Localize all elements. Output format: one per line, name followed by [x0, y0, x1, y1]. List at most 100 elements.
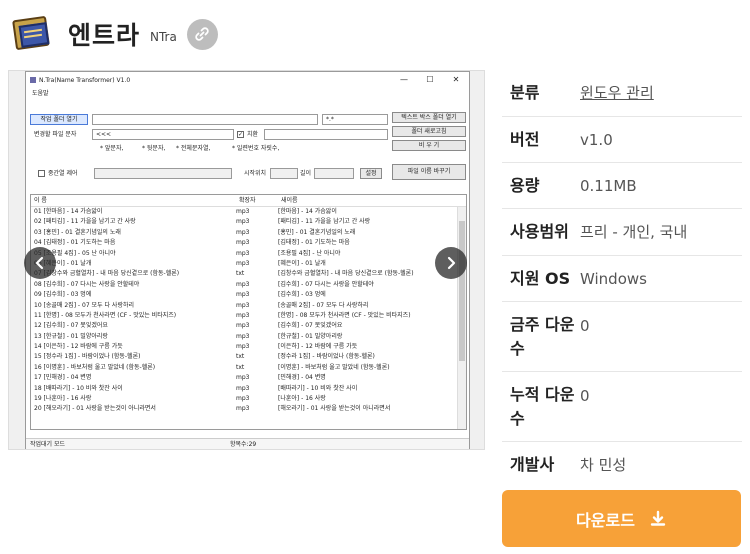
row-name: 05 [조용필 4집] - 05 난 아니야	[34, 249, 116, 257]
license-value: 프리 - 개인, 국내	[580, 223, 688, 241]
row-name: 13 [한규철] - 01 밀양아리랑	[34, 332, 108, 340]
row-name: 09 [김수희] - 03 멍에	[34, 291, 92, 299]
row-ext: mp3	[236, 228, 250, 236]
rename-button: 파일 이름 바꾸기	[392, 164, 466, 180]
row-name: 11 [한명] - 08 모두가 천사라면 (CF - 맛있는 비타지즈)	[34, 311, 177, 319]
row-newname: [한명] - 08 모두가 천사라면 (CF - 맛있는 비타지즈)	[278, 311, 411, 319]
table-row: 18 [배따라기] - 10 비와 찻잔 사이 mp3 [배따라기] - 10 비와…	[31, 384, 466, 394]
row-name: 01 [한마음] - 14 가슴앓이	[34, 208, 103, 215]
carousel-next-button[interactable]	[435, 247, 467, 279]
info-row-weekly: 금주 다운수 0	[502, 302, 742, 372]
info-table: 분류 윈도우 관리 버전 v1.0 용량 0.11MB 사용범위 프리 - 개인…	[502, 70, 742, 488]
row-name: 19 [나훈아] - 16 사랑	[34, 395, 92, 403]
row-ext: mp3	[236, 259, 250, 267]
row-name: 20 [해오라기] - 01 사랑을 받는것이 아니라면서	[34, 405, 156, 413]
start-pos-label: 시작위치	[244, 170, 267, 177]
row-ext: mp3	[236, 395, 250, 403]
length-label: 길이	[300, 170, 312, 177]
window-app-icon	[30, 77, 36, 83]
table-row: 02 [패티김] - 11 가을을 남기고 간 사랑 mp3 [패티김] - 11 …	[31, 217, 466, 227]
chevron-left-icon	[35, 256, 44, 270]
row-newname: [김태정] - 01 기도하는 마음	[278, 239, 350, 247]
row-newname: [송골매 2집] - 07 모두 다 사랑하리	[278, 301, 369, 309]
category-link[interactable]: 윈도우 관리	[580, 82, 654, 104]
row-name: 10 [송골매 2집] - 07 모두 다 사랑하리	[34, 301, 135, 309]
row-name: 06 [혜은이] - 01 날개	[34, 259, 92, 267]
clear-button: 비 우 기	[392, 140, 466, 151]
row-name: 03 [홍민] - 01 결혼기념일의 노래	[34, 228, 121, 236]
row-ext: mp3	[236, 208, 250, 215]
length-input	[314, 168, 354, 179]
row-ext: mp3	[236, 249, 250, 257]
row-ext: mp3	[236, 311, 250, 319]
maximize-icon: ☐	[426, 75, 434, 84]
row-newname: [김수희] - 07 못잊겠어요	[278, 322, 343, 330]
table-row: 01 [한마음] - 14 가슴앓이 mp3 [한마음] - 14 가슴앓이	[31, 207, 466, 217]
status-mode: 작업대기 모드	[30, 441, 66, 448]
chevron-right-icon	[447, 256, 456, 270]
row-name: 08 [김수희] - 07 다시는 사랑을 안할테야	[34, 280, 140, 288]
app-logo-icon	[8, 12, 54, 56]
file-list-rows: 01 [한마음] - 14 가슴앓이 mp3 [한마음] - 14 가슴앓이 02 […	[31, 207, 466, 415]
window-titlebar: N.Tra(Name Transformer) V1.0 — ☐ ✕	[26, 72, 469, 88]
developer-value: 차 민성	[580, 456, 627, 474]
filter-select: *.*	[322, 114, 388, 125]
screenshot-carousel: N.Tra(Name Transformer) V1.0 — ☐ ✕ 도움말 작…	[8, 70, 485, 450]
row-name: 18 [배따라기] - 10 비와 찻잔 사이	[34, 384, 123, 392]
close-icon: ✕	[452, 75, 460, 84]
size-label: 용량	[510, 175, 540, 195]
table-row: 08 [김수희] - 07 다시는 사랑을 안할테야 mp3 [김수희] - 07 …	[31, 280, 466, 290]
row-name: 15 [정수라 1집] - 바람이었나 (함동-헬론)	[34, 353, 141, 361]
row-newname: [민해경] - 04 변명	[278, 374, 326, 382]
replace-to-input	[264, 129, 388, 140]
window-menu: 도움말	[32, 90, 49, 97]
window-title: N.Tra(Name Transformer) V1.0	[39, 76, 131, 84]
row-newname: [이명훈] - 바보처럼 울고 말았네 (함동-헬론)	[278, 363, 390, 371]
row-name: 04 [김태정] - 01 기도하는 마음	[34, 239, 116, 247]
carousel-prev-button[interactable]	[24, 247, 56, 279]
row-ext: mp3	[236, 280, 250, 288]
col-ext: 확장자	[239, 197, 256, 204]
row-newname: [한마음] - 14 가슴앓이	[278, 208, 337, 215]
row-newname: [김수희] - 03 멍에	[278, 291, 326, 299]
row-newname: [나훈아] - 16 사랑	[278, 395, 326, 403]
start-pos-input	[270, 168, 298, 179]
download-label: 다운로드	[576, 510, 635, 530]
version-value: v1.0	[580, 130, 613, 149]
row-newname: [홍민] - 01 결혼기념일의 노래	[278, 228, 356, 236]
row-ext: mp3	[236, 218, 250, 226]
replace-input: <<<	[92, 129, 234, 140]
row-newname: [배따라기] - 10 비와 찻잔 사이	[278, 384, 358, 392]
folder-path-input	[92, 114, 318, 125]
col-name: 이 름	[34, 197, 47, 204]
table-row: 05 [조용필 4집] - 05 난 아니야 mp3 [조용필 4집] - 난 아니…	[31, 249, 466, 259]
row-ext: mp3	[236, 301, 250, 309]
table-row: 09 [김수희] - 03 멍에 mp3 [김수희] - 03 멍에	[31, 290, 466, 300]
info-row-license: 사용범위 프리 - 개인, 국내	[502, 209, 742, 256]
replace-label: 변경할 파일 문자	[34, 131, 77, 138]
row-name: 02 [패티김] - 11 가을을 남기고 간 사랑	[34, 218, 136, 226]
hint-3: * 전체문자열,	[176, 145, 211, 152]
table-row: 03 [홍민] - 01 결혼기념일의 노래 mp3 [홍민] - 01 결혼기념일…	[31, 228, 466, 238]
row-newname: [한규철] - 01 밀양아리랑	[278, 332, 343, 340]
total-downloads-label: 누적 다운수	[510, 384, 575, 428]
table-row: 07 [김창수와 금혈열차] - 내 마음 당신곁으로 (함동-헬론) txt [김…	[31, 269, 466, 279]
middle-checkbox	[38, 170, 45, 177]
info-row-os: 지원 OS Windows	[502, 256, 742, 302]
version-label: 버전	[510, 129, 540, 149]
app-title: 엔트라	[68, 21, 141, 50]
link-icon	[195, 27, 210, 41]
table-row: 13 [한규철] - 01 밀양아리랑 mp3 [한규철] - 01 밀양아리랑	[31, 332, 466, 342]
info-row-developer: 개발사 차 민성	[502, 442, 742, 488]
replace-check-label: 치환	[247, 131, 259, 138]
row-ext: txt	[236, 270, 245, 278]
status-count: 항목수:29	[230, 441, 257, 448]
os-label: 지원 OS	[510, 268, 571, 288]
link-button[interactable]	[186, 18, 218, 50]
row-newname: [정수라 1집] - 바람이었나 (함동-헬론)	[278, 353, 375, 361]
download-button[interactable]: 다운로드	[502, 490, 741, 547]
minimize-icon: —	[400, 75, 408, 84]
total-downloads-value: 0	[580, 387, 590, 405]
row-ext: mp3	[236, 239, 250, 247]
file-list: 이 름 확장자 새이름 01 [한마음] - 14 가슴앓이 mp3 [한마음] -…	[30, 194, 467, 430]
